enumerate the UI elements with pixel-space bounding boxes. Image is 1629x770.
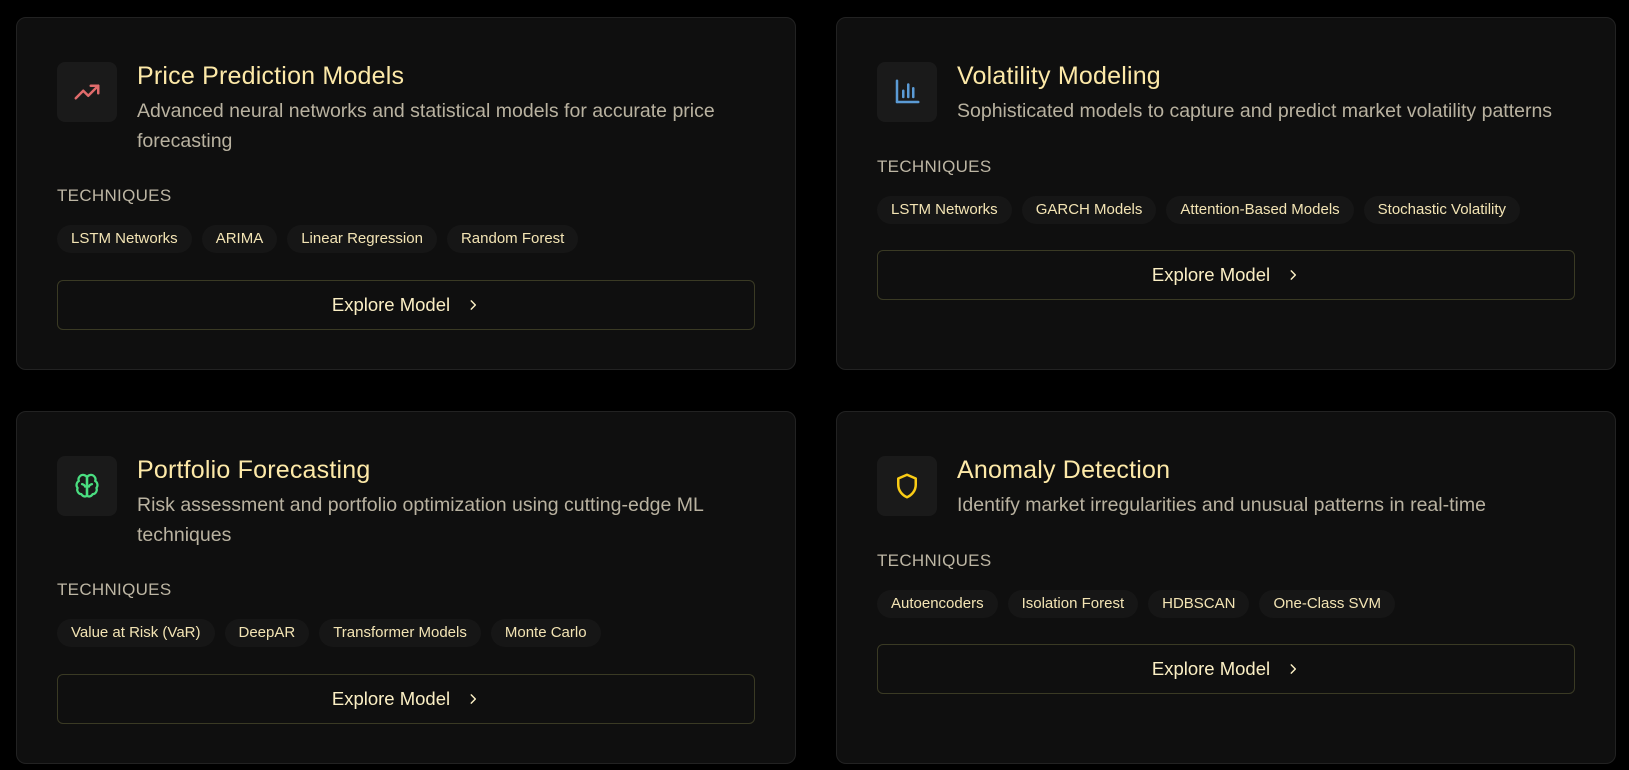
card-description: Sophisticated models to capture and pred… <box>957 96 1552 126</box>
model-card-portfolio-forecasting: Portfolio Forecasting Risk assessment an… <box>16 411 796 764</box>
techniques-label: TECHNIQUES <box>57 580 172 599</box>
card-description-line: Risk assessment and portfolio optimizati… <box>137 494 704 516</box>
explore-model-label: Explore Model <box>331 294 451 315</box>
explore-model-button[interactable]: Explore Model <box>877 644 1575 694</box>
techniques-list: Autoencoders Isolation Forest HDBSCAN On… <box>877 590 1396 618</box>
techniques-label: TECHNIQUES <box>877 551 992 570</box>
techniques-list: LSTM Networks GARCH Models Attention-Bas… <box>877 196 1521 224</box>
technique-chip: Autoencoders <box>877 590 998 618</box>
brain-icon <box>57 456 117 516</box>
card-description-line: Advanced neural networks and statistical… <box>137 100 715 122</box>
technique-chip: GARCH Models <box>1021 196 1157 224</box>
card-description: Advanced neural networks and statistical… <box>137 96 715 156</box>
technique-chip: ARIMA <box>201 225 278 253</box>
technique-chip: Isolation Forest <box>1007 590 1139 618</box>
card-title: Portfolio Forecasting <box>137 456 371 484</box>
techniques-label: TECHNIQUES <box>877 157 992 176</box>
chevron-right-icon <box>1286 268 1300 282</box>
explore-model-label: Explore Model <box>1151 658 1271 679</box>
technique-chip: DeepAR <box>224 619 310 647</box>
technique-chip: Transformer Models <box>319 619 481 647</box>
card-title: Anomaly Detection <box>957 456 1171 484</box>
chevron-right-icon <box>1286 662 1300 676</box>
technique-chip: Attention-Based Models <box>1166 196 1354 224</box>
explore-model-label: Explore Model <box>331 688 451 709</box>
card-description-line: Sophisticated models to capture and pred… <box>957 100 1553 122</box>
model-card-anomaly-detection: Anomaly Detection Identify market irregu… <box>836 411 1616 764</box>
card-description-line: Identify market irregularities and unusu… <box>957 494 1486 516</box>
card-description-line: techniques <box>137 524 232 546</box>
technique-chip: Monte Carlo <box>490 619 601 647</box>
shield-icon <box>877 456 937 516</box>
explore-model-label: Explore Model <box>1151 264 1271 285</box>
technique-chip: HDBSCAN <box>1148 590 1250 618</box>
model-card-price-prediction: Price Prediction Models Advanced neural … <box>16 17 796 370</box>
model-card-volatility: Volatility Modeling Sophisticated models… <box>836 17 1616 370</box>
technique-chip: One-Class SVM <box>1259 590 1396 618</box>
technique-chip: Value at Risk (VaR) <box>57 619 215 647</box>
card-title: Volatility Modeling <box>957 62 1161 90</box>
technique-chip: Random Forest <box>446 225 579 253</box>
technique-chip: Linear Regression <box>287 225 437 253</box>
technique-chip: LSTM Networks <box>877 196 1012 224</box>
card-description: Risk assessment and portfolio optimizati… <box>137 490 704 550</box>
chevron-right-icon <box>466 298 480 312</box>
chevron-right-icon <box>466 692 480 706</box>
technique-chip: Stochastic Volatility <box>1363 196 1521 224</box>
technique-chip: LSTM Networks <box>57 225 192 253</box>
card-description: Identify market irregularities and unusu… <box>957 490 1486 520</box>
explore-model-button[interactable]: Explore Model <box>877 250 1575 300</box>
card-title: Price Prediction Models <box>137 62 405 90</box>
techniques-list: Value at Risk (VaR) DeepAR Transformer M… <box>57 619 601 647</box>
bar-chart-icon <box>877 62 937 122</box>
card-description-line: forecasting <box>137 130 233 152</box>
techniques-list: LSTM Networks ARIMA Linear Regression Ra… <box>57 225 579 253</box>
explore-model-button[interactable]: Explore Model <box>57 674 755 724</box>
trending-up-icon <box>57 62 117 122</box>
explore-model-button[interactable]: Explore Model <box>57 280 755 330</box>
techniques-label: TECHNIQUES <box>57 186 172 205</box>
